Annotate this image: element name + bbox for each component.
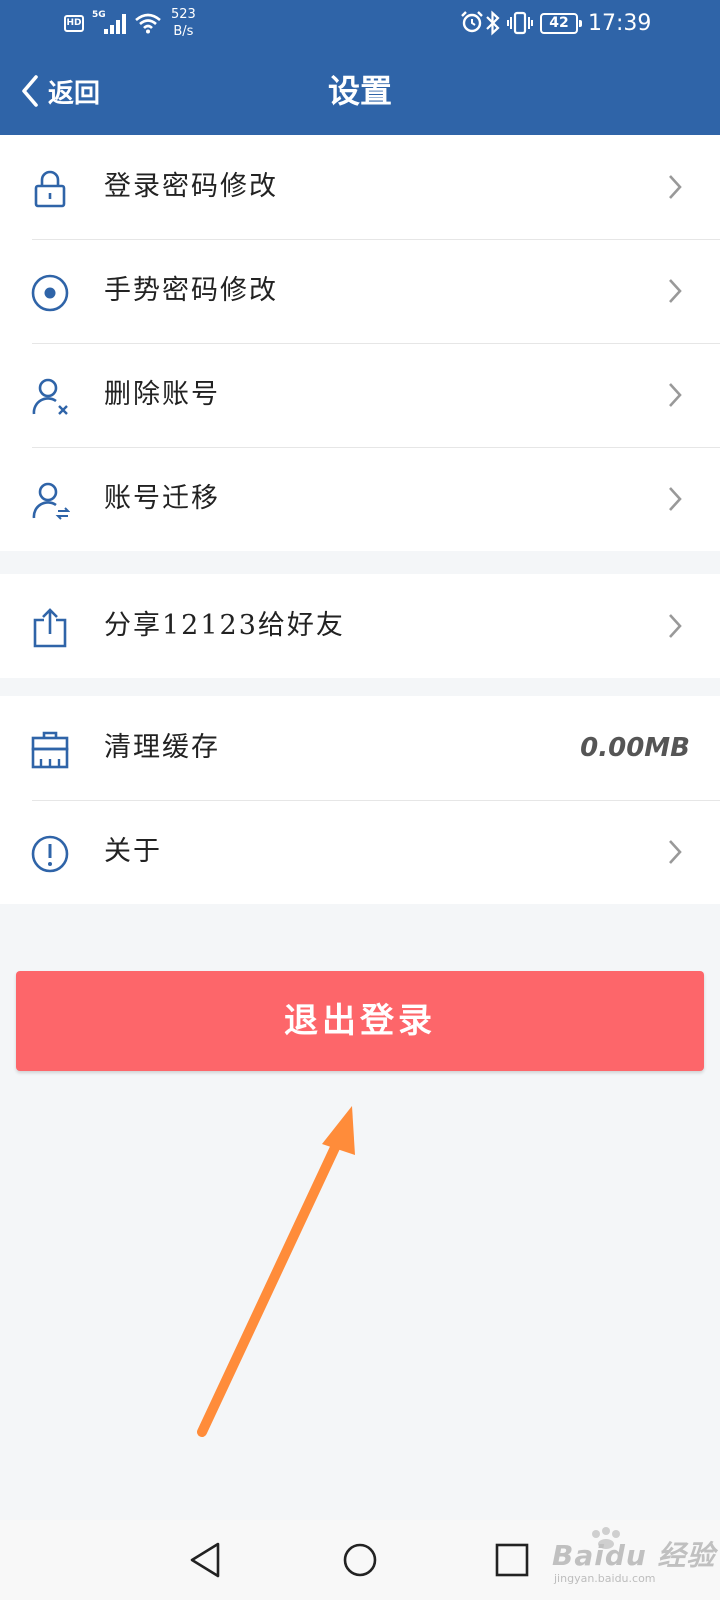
settings-item-label: 登录密码修改 <box>104 171 278 202</box>
settings-item-delete-account[interactable]: 删除账号 <box>0 343 720 447</box>
settings-item-clear-cache[interactable]: 清理缓存 0.00MB <box>0 696 720 800</box>
settings-item-label: 账号迁移 <box>104 483 220 514</box>
settings-item-label: 分享12123给好友 <box>104 610 345 641</box>
chevron-right-icon <box>669 175 682 199</box>
settings-item-share[interactable]: 分享12123给好友 <box>0 574 720 678</box>
signal-icon <box>104 14 128 34</box>
bluetooth-icon <box>486 10 500 36</box>
battery-indicator: 42 <box>540 13 582 34</box>
chevron-right-icon <box>669 487 682 511</box>
chevron-right-icon <box>669 279 682 303</box>
page-title: 设置 <box>327 72 392 110</box>
info-icon <box>31 835 69 873</box>
user-transfer-icon <box>32 482 70 520</box>
wifi-icon <box>135 13 161 34</box>
settings-item-about[interactable]: 关于 <box>0 800 720 904</box>
watermark: Baidu 经验 jingyan.baidu.com <box>548 1527 718 1600</box>
cache-size: 0.00MB <box>580 733 690 763</box>
settings-group-account: 登录密码修改 手势密码修改 删除账号 账号迁移 <box>0 135 720 551</box>
hd-badge: HD <box>64 15 84 32</box>
share-icon <box>33 608 67 648</box>
watermark-url: jingyan.baidu.com <box>554 1572 656 1585</box>
clock: 17:39 <box>588 11 652 36</box>
settings-item-label: 删除账号 <box>104 379 220 410</box>
nav-recents-icon[interactable] <box>490 1538 534 1582</box>
settings-item-gesture-password[interactable]: 手势密码修改 <box>0 239 720 343</box>
nav-home-icon[interactable] <box>338 1538 382 1582</box>
broom-icon <box>31 731 69 769</box>
radio-dot-icon <box>31 274 69 312</box>
app-header: HD 5G 523 B/s 42 17:39 返回 设置 <box>0 0 720 135</box>
status-bar: HD 5G 523 B/s 42 17:39 <box>0 0 720 48</box>
settings-item-label: 手势密码修改 <box>104 275 278 306</box>
logout-button[interactable]: 退出登录 <box>16 971 704 1071</box>
settings-item-account-migration[interactable]: 账号迁移 <box>0 447 720 551</box>
settings-item-login-password[interactable]: 登录密码修改 <box>0 135 720 239</box>
user-remove-icon <box>32 378 68 415</box>
settings-item-label: 关于 <box>104 836 162 867</box>
chevron-right-icon <box>669 840 682 864</box>
network-speed: 523 B/s <box>171 7 196 39</box>
lock-icon <box>34 170 66 208</box>
settings-group-misc: 清理缓存 0.00MB 关于 <box>0 696 720 904</box>
vibrate-icon <box>507 11 533 35</box>
settings-item-label: 清理缓存 <box>104 732 220 763</box>
watermark-brand: Baidu 经验 <box>552 1539 716 1572</box>
chevron-right-icon <box>669 614 682 638</box>
chevron-right-icon <box>669 383 682 407</box>
nav-back-icon[interactable] <box>184 1538 228 1582</box>
settings-group-share: 分享12123给好友 <box>0 574 720 678</box>
alarm-icon <box>461 11 483 33</box>
